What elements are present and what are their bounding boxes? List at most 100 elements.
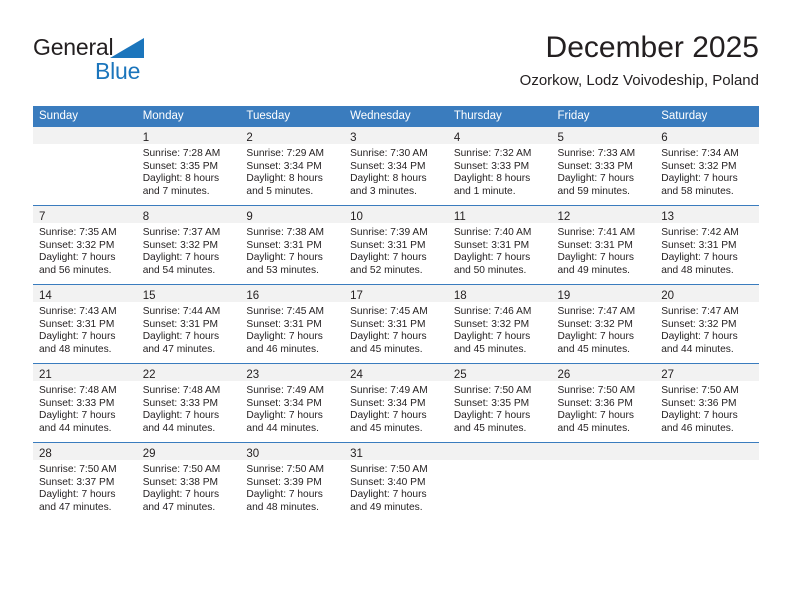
day-details: Sunrise: 7:30 AM Sunset: 3:34 PM Daylight:… (344, 144, 448, 199)
calendar-day-cell[interactable]: 15 Sunrise: 7:44 AM Sunset: 3:31 PM Dayligh… (136, 284, 241, 364)
general-blue-logo[interactable]: General Blue (33, 34, 223, 90)
day-details: Sunrise: 7:34 AM Sunset: 3:32 PM Daylight:… (655, 144, 759, 199)
day-details (33, 144, 137, 148)
calendar-day-cell[interactable]: 21 Sunrise: 7:48 AM Sunset: 3:33 PM Dayligh… (33, 363, 137, 443)
day-details: Sunrise: 7:38 AM Sunset: 3:31 PM Daylight:… (240, 223, 344, 278)
day-number: 31 (350, 448, 363, 460)
day-number: 13 (661, 211, 675, 223)
day-number-band: 4 (447, 127, 552, 144)
day-number: 23 (246, 369, 260, 381)
daylight-text-line1: Daylight: 7 hours (142, 489, 220, 501)
sunset-text: Sunset: 3:34 PM (350, 160, 426, 172)
sunset-text: Sunset: 3:31 PM (350, 239, 426, 251)
day-number-band: 29 (136, 443, 241, 460)
day-number: 12 (557, 211, 571, 223)
daylight-text-line2: and 47 minutes. (39, 502, 112, 514)
day-details: Sunrise: 7:50 AM Sunset: 3:39 PM Daylight:… (240, 460, 344, 515)
sunset-text: Sunset: 3:31 PM (350, 318, 426, 330)
calendar-day-cell[interactable]: 13 Sunrise: 7:42 AM Sunset: 3:31 PM Dayligh… (655, 205, 759, 285)
day-details: Sunrise: 7:50 AM Sunset: 3:38 PM Daylight:… (137, 460, 241, 515)
day-details: Sunrise: 7:48 AM Sunset: 3:33 PM Daylight:… (137, 381, 241, 436)
day-details: Sunrise: 7:33 AM Sunset: 3:33 PM Daylight:… (552, 144, 656, 199)
triangle-icon (110, 38, 144, 58)
calendar-day-cell[interactable]: 12 Sunrise: 7:41 AM Sunset: 3:31 PM Dayligh… (551, 205, 656, 285)
day-details: Sunrise: 7:39 AM Sunset: 3:31 PM Daylight:… (344, 223, 448, 278)
calendar-day-cell[interactable]: 23 Sunrise: 7:49 AM Sunset: 3:34 PM Dayligh… (240, 363, 345, 443)
sunset-text: Sunset: 3:36 PM (661, 397, 737, 409)
calendar-day-cell[interactable]: 19 Sunrise: 7:47 AM Sunset: 3:32 PM Dayligh… (551, 284, 656, 364)
day-number: 14 (39, 290, 52, 302)
calendar-day-cell[interactable]: 27 Sunrise: 7:50 AM Sunset: 3:36 PM Dayligh… (655, 363, 759, 443)
calendar-day-cell[interactable]: 7 Sunrise: 7:35 AM Sunset: 3:32 PM Daylight… (33, 205, 137, 285)
calendar-day-cell[interactable]: 20 Sunrise: 7:47 AM Sunset: 3:32 PM Dayligh… (655, 284, 759, 364)
day-number: 26 (557, 369, 571, 381)
day-details: Sunrise: 7:43 AM Sunset: 3:31 PM Daylight:… (33, 302, 137, 357)
day-number-band: 8 (136, 206, 241, 223)
day-number: 16 (246, 290, 260, 302)
calendar-day-cell[interactable]: 11 Sunrise: 7:40 AM Sunset: 3:31 PM Dayligh… (447, 205, 552, 285)
page-header: General Blue December 2025 Ozorkow, Lodz… (33, 30, 759, 100)
calendar-day-cell[interactable]: 28 Sunrise: 7:50 AM Sunset: 3:37 PM Dayligh… (33, 442, 137, 521)
day-number: 21 (39, 369, 52, 381)
day-details (448, 460, 552, 464)
daylight-text-line1: Daylight: 7 hours (142, 410, 220, 422)
day-number-band: 24 (344, 364, 448, 381)
day-number-band: 10 (344, 206, 448, 223)
sunrise-text: Sunrise: 7:50 AM (246, 464, 324, 475)
daylight-text-line1: Daylight: 7 hours (246, 252, 323, 264)
day-details: Sunrise: 7:42 AM Sunset: 3:31 PM Daylight:… (655, 223, 759, 278)
day-details: Sunrise: 7:49 AM Sunset: 3:34 PM Daylight:… (344, 381, 448, 436)
calendar-day-cell[interactable]: 18 Sunrise: 7:46 AM Sunset: 3:32 PM Dayligh… (447, 284, 552, 364)
day-number-band (447, 443, 552, 460)
day-number-band: 11 (447, 206, 552, 223)
calendar-day-cell[interactable]: 2 Sunrise: 7:29 AM Sunset: 3:34 PM Daylight… (240, 127, 345, 206)
sunrise-text: Sunrise: 7:35 AM (39, 227, 117, 238)
calendar-day-cell[interactable]: 22 Sunrise: 7:48 AM Sunset: 3:33 PM Dayligh… (136, 363, 241, 443)
calendar-week-row: 7 Sunrise: 7:35 AM Sunset: 3:32 PM Daylight… (33, 205, 759, 285)
daylight-text-line2: and 5 minutes. (246, 186, 314, 198)
calendar-empty-cell (447, 442, 552, 521)
day-details: Sunrise: 7:50 AM Sunset: 3:40 PM Daylight:… (344, 460, 448, 515)
daylight-text-line1: Daylight: 7 hours (661, 410, 738, 422)
daylight-text-line2: and 48 minutes. (246, 502, 319, 514)
day-number-band: 23 (240, 364, 345, 381)
calendar-day-cell[interactable]: 17 Sunrise: 7:45 AM Sunset: 3:31 PM Dayligh… (344, 284, 448, 364)
calendar-day-cell[interactable]: 10 Sunrise: 7:39 AM Sunset: 3:31 PM Dayligh… (344, 205, 448, 285)
calendar-day-cell[interactable]: 16 Sunrise: 7:45 AM Sunset: 3:31 PM Dayligh… (240, 284, 345, 364)
weekday-header-monday: Monday (136, 106, 241, 127)
calendar-day-cell[interactable]: 31 Sunrise: 7:50 AM Sunset: 3:40 PM Dayligh… (344, 442, 448, 521)
day-number-band: 22 (136, 364, 241, 381)
sunset-text: Sunset: 3:34 PM (350, 397, 426, 409)
calendar-day-cell[interactable]: 14 Sunrise: 7:43 AM Sunset: 3:31 PM Dayligh… (33, 284, 137, 364)
calendar-day-cell[interactable]: 5 Sunrise: 7:33 AM Sunset: 3:33 PM Daylight… (551, 127, 656, 206)
daylight-text-line1: Daylight: 7 hours (39, 410, 116, 422)
calendar-day-cell[interactable]: 26 Sunrise: 7:50 AM Sunset: 3:36 PM Dayligh… (551, 363, 656, 443)
weekday-header-tuesday: Tuesday (240, 106, 345, 127)
sunrise-text: Sunrise: 7:47 AM (661, 306, 739, 317)
day-number-band: 13 (655, 206, 759, 223)
calendar-day-cell[interactable]: 8 Sunrise: 7:37 AM Sunset: 3:32 PM Daylight… (136, 205, 241, 285)
sunrise-text: Sunrise: 7:41 AM (557, 227, 636, 238)
sunrise-text: Sunrise: 7:42 AM (661, 227, 739, 238)
daylight-text-line2: and 52 minutes. (350, 265, 423, 277)
calendar-day-cell[interactable]: 30 Sunrise: 7:50 AM Sunset: 3:39 PM Dayligh… (240, 442, 345, 521)
sunset-text: Sunset: 3:31 PM (661, 239, 737, 251)
calendar-day-cell[interactable]: 29 Sunrise: 7:50 AM Sunset: 3:38 PM Dayligh… (136, 442, 241, 521)
calendar-day-cell[interactable]: 6 Sunrise: 7:34 AM Sunset: 3:32 PM Daylight… (655, 127, 759, 206)
calendar-day-cell[interactable]: 3 Sunrise: 7:30 AM Sunset: 3:34 PM Daylight… (344, 127, 448, 206)
calendar-week-row: 21 Sunrise: 7:48 AM Sunset: 3:33 PM Dayligh… (33, 363, 759, 443)
calendar-day-cell[interactable]: 4 Sunrise: 7:32 AM Sunset: 3:33 PM Daylight… (447, 127, 552, 206)
sunset-text: Sunset: 3:32 PM (39, 239, 115, 251)
daylight-text-line1: Daylight: 7 hours (557, 252, 634, 264)
calendar-day-cell[interactable]: 25 Sunrise: 7:50 AM Sunset: 3:35 PM Dayligh… (447, 363, 552, 443)
daylight-text-line2: and 1 minute. (453, 186, 516, 198)
day-number-band: 19 (551, 285, 656, 302)
day-number-band: 18 (447, 285, 552, 302)
day-details: Sunrise: 7:41 AM Sunset: 3:31 PM Daylight:… (552, 223, 656, 278)
day-details: Sunrise: 7:37 AM Sunset: 3:32 PM Daylight:… (137, 223, 241, 278)
daylight-text-line2: and 45 minutes. (453, 344, 527, 356)
calendar-day-cell[interactable]: 24 Sunrise: 7:49 AM Sunset: 3:34 PM Dayligh… (344, 363, 448, 443)
day-details (655, 460, 759, 464)
calendar-day-cell[interactable]: 9 Sunrise: 7:38 AM Sunset: 3:31 PM Daylight… (240, 205, 345, 285)
calendar-day-cell[interactable]: 1 Sunrise: 7:28 AM Sunset: 3:35 PM Daylight… (136, 127, 241, 206)
